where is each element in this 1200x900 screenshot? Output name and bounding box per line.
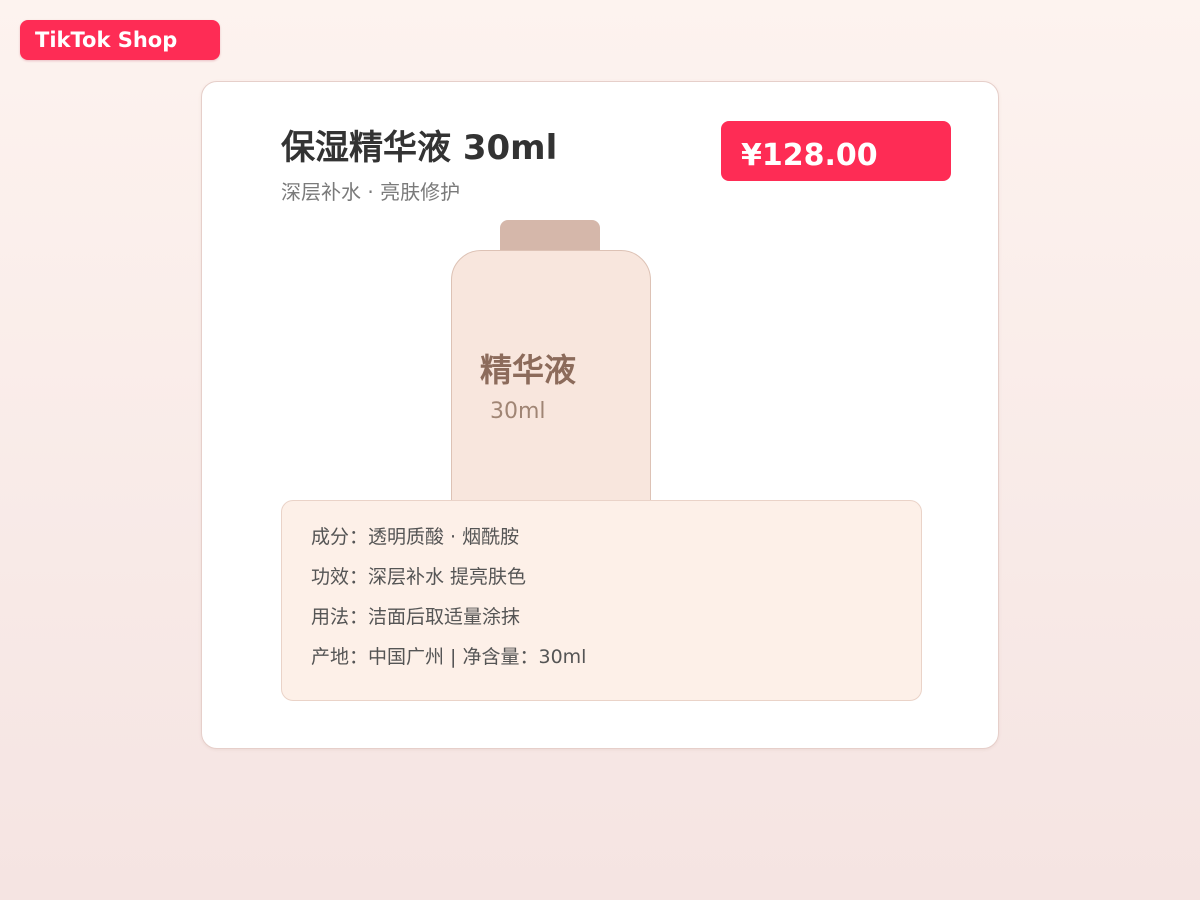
detail-usage: 用法：洁面后取适量涂抹 <box>311 606 521 628</box>
detail-effects: 功效：深层补水 提亮肤色 <box>311 566 527 588</box>
tiktok-shop-badge[interactable]: TikTok Shop <box>20 20 220 60</box>
product-details-panel: 成分：透明质酸 · 烟酰胺 功效：深层补水 提亮肤色 用法：洁面后取适量涂抹 产… <box>281 500 922 701</box>
bottle-label: 精华液 <box>480 351 577 389</box>
detail-origin-volume: 产地：中国广州 | 净含量：30ml <box>311 646 587 668</box>
product-bottle-illustration: 精华液 30ml <box>451 220 651 510</box>
product-subtitle: 深层补水 · 亮肤修护 <box>281 180 461 204</box>
price-tag: ¥128.00 <box>721 121 951 181</box>
product-card: 保湿精华液 30ml 深层补水 · 亮肤修护 ¥128.00 精华液 30ml … <box>201 81 999 749</box>
detail-ingredients: 成分：透明质酸 · 烟酰胺 <box>311 526 520 548</box>
product-title: 保湿精华液 30ml <box>281 128 558 168</box>
bottle-volume: 30ml <box>490 399 546 424</box>
